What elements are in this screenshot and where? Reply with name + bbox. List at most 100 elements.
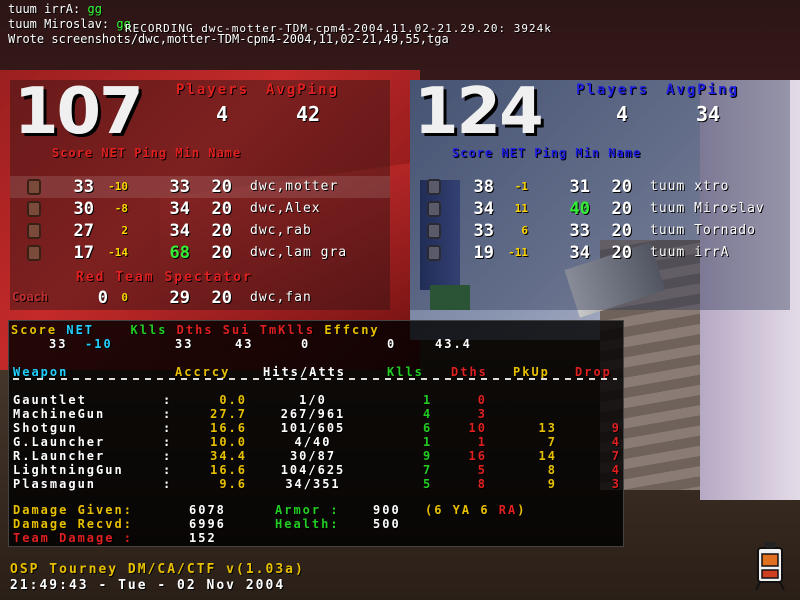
blue-team-score: 124 — [414, 75, 544, 149]
weapon-kills: 1 — [423, 393, 433, 407]
player-net: -1 — [514, 180, 528, 193]
player-net: -11 — [508, 246, 528, 259]
weapon-row: Shotgun : 16.6 101/605 6 10 13 9 — [13, 421, 621, 435]
recording-camera-icon — [755, 542, 785, 591]
player-name: tuum irrA — [650, 245, 730, 260]
weapon-row: Plasmagun : 9.6 34/351 5 8 9 3 — [13, 477, 621, 491]
armor-detail-ra: RA — [498, 503, 518, 517]
weapon-accuracy: 9.6 — [219, 477, 247, 491]
red-players-label: Players — [176, 82, 250, 98]
stats-summary-labels: Score NET Klls Dths Sui TmKlls Effcny — [11, 323, 380, 337]
weapon-drops: 9 — [611, 421, 621, 435]
weapon-name: R.Launcher — [13, 449, 106, 463]
player-ping: 68 — [169, 243, 190, 263]
weapon-hits: 101/605 — [280, 421, 346, 435]
blue-player-row: 34 11 40 20 tuum Miroslav — [410, 198, 790, 220]
player-head-icon — [27, 223, 41, 239]
hits-col-header: Hits/Atts — [263, 365, 347, 379]
spectator-row: 0 0 29 20 dwc,fan — [10, 287, 390, 309]
blue-player-row: 38 -1 31 20 tuum xtro — [410, 176, 790, 198]
red-player-row: 30 -8 34 20 dwc,Alex — [10, 198, 390, 220]
player-net: -14 — [108, 246, 128, 259]
player-name: dwc,lam gra — [250, 245, 348, 260]
weapon-name: LightningGun — [13, 463, 124, 477]
player-net: -10 — [108, 180, 128, 193]
player-head-icon — [427, 223, 441, 239]
summary-tmkills-label: TmKlls — [259, 323, 316, 337]
blue-player-row: 19 -11 34 20 tuum irrA — [410, 242, 790, 264]
pickup-col-header: PkUp — [513, 365, 550, 379]
weapon-kills: 9 — [423, 449, 433, 463]
weapon-pickups: 9 — [547, 477, 557, 491]
player-score: 17 — [73, 243, 94, 263]
spectator-name: dwc,fan — [250, 290, 312, 305]
mod-version-label: OSP Tourney DM/CA/CTF v(1.03a) — [10, 562, 305, 577]
weapon-row: MachineGun : 27.7 267/961 4 3 — [13, 407, 487, 421]
weapon-deaths: 10 — [468, 421, 487, 435]
spectator-net: 0 — [121, 291, 128, 304]
red-team-score: 107 — [14, 75, 144, 149]
weapon-kills: 4 — [423, 407, 433, 421]
summary-deaths-label: Dths — [176, 323, 214, 337]
weapon-drops: 4 — [611, 435, 621, 449]
weapon-hits: 30/87 — [289, 449, 337, 463]
drop-col-header: Drop — [575, 365, 612, 379]
player-score: 33 — [473, 221, 494, 241]
summary-tmkills-value: 0 — [387, 337, 397, 351]
weapon-deaths: 5 — [477, 463, 487, 477]
weapon-accuracy: 16.6 — [210, 463, 247, 477]
player-net: 11 — [514, 202, 528, 215]
summary-net-label: NET — [66, 323, 95, 337]
red-avgping-value: 42 — [296, 102, 321, 126]
player-score: 33 — [73, 177, 94, 197]
player-ping: 31 — [569, 177, 590, 197]
weapon-name: G.Launcher — [13, 435, 106, 449]
summary-score-value: 33 — [49, 337, 68, 351]
spectator-min: 20 — [211, 288, 232, 308]
player-name: dwc,motter — [250, 179, 339, 194]
player-head-icon — [427, 201, 441, 217]
red-columns-header: Score NET Ping Min Name — [52, 146, 242, 160]
weapon-kills: 1 — [423, 435, 433, 449]
armor-detail: (6 YA 6 RA) — [425, 503, 527, 517]
player-min: 20 — [611, 199, 632, 219]
summary-net-value: -10 — [85, 337, 113, 351]
weapon-deaths: 16 — [468, 449, 487, 463]
player-ping: 40 — [569, 199, 590, 219]
weapon-deaths: 1 — [477, 435, 487, 449]
weapon-deaths: 8 — [477, 477, 487, 491]
weapon-kills: 7 — [423, 463, 433, 477]
weapon-deaths: 3 — [477, 407, 487, 421]
player-head-icon — [427, 179, 441, 195]
player-name: tuum Tornado — [650, 223, 756, 238]
player-name: dwc,Alex — [250, 201, 321, 216]
player-min: 20 — [211, 177, 232, 197]
weapon-hits: 4/40 — [294, 435, 332, 449]
health-value: 500 — [373, 517, 401, 531]
blue-team-scoreboard: 124 Players AvgPing 4 34 Score NET Ping … — [410, 80, 790, 310]
recording-status: RECORDING dwc-motter-TDM-cpm4-2004.11.02… — [125, 22, 552, 35]
spectator-header: Red Team Spectator — [76, 270, 253, 285]
player-ping: 34 — [169, 221, 190, 241]
player-min: 20 — [611, 243, 632, 263]
spectator-ping: 29 — [169, 288, 190, 308]
damage-given-label: Damage Given: — [13, 503, 133, 517]
player-name: dwc,rab — [250, 223, 312, 238]
deaths-col-header: Dths — [451, 365, 488, 379]
team-damage-row: Team Damage : 152 — [11, 531, 621, 545]
damage-recvd-label: Damage Recvd: — [13, 517, 133, 531]
red-player-row: 27 2 34 20 dwc,rab — [10, 220, 390, 242]
red-player-row: 17 -14 68 20 dwc,lam gra — [10, 242, 390, 264]
summary-eff-value: 43.4 — [435, 337, 472, 351]
team-damage-label: Team Damage : — [13, 531, 133, 545]
damage-recvd-value: 6996 — [189, 517, 226, 531]
weapon-row: G.Launcher : 10.0 4/40 1 1 7 4 — [13, 435, 621, 449]
weapon-row: R.Launcher : 34.4 30/87 9 16 14 7 — [13, 449, 621, 463]
player-min: 20 — [211, 243, 232, 263]
weapon-col-header: Weapon — [13, 365, 69, 379]
player-head-icon — [27, 179, 41, 195]
weapon-accuracy: 34.4 — [210, 449, 247, 463]
blue-players-count: 4 — [616, 102, 629, 126]
kills-col-header: Klls — [387, 365, 424, 379]
player-score: 27 — [73, 221, 94, 241]
